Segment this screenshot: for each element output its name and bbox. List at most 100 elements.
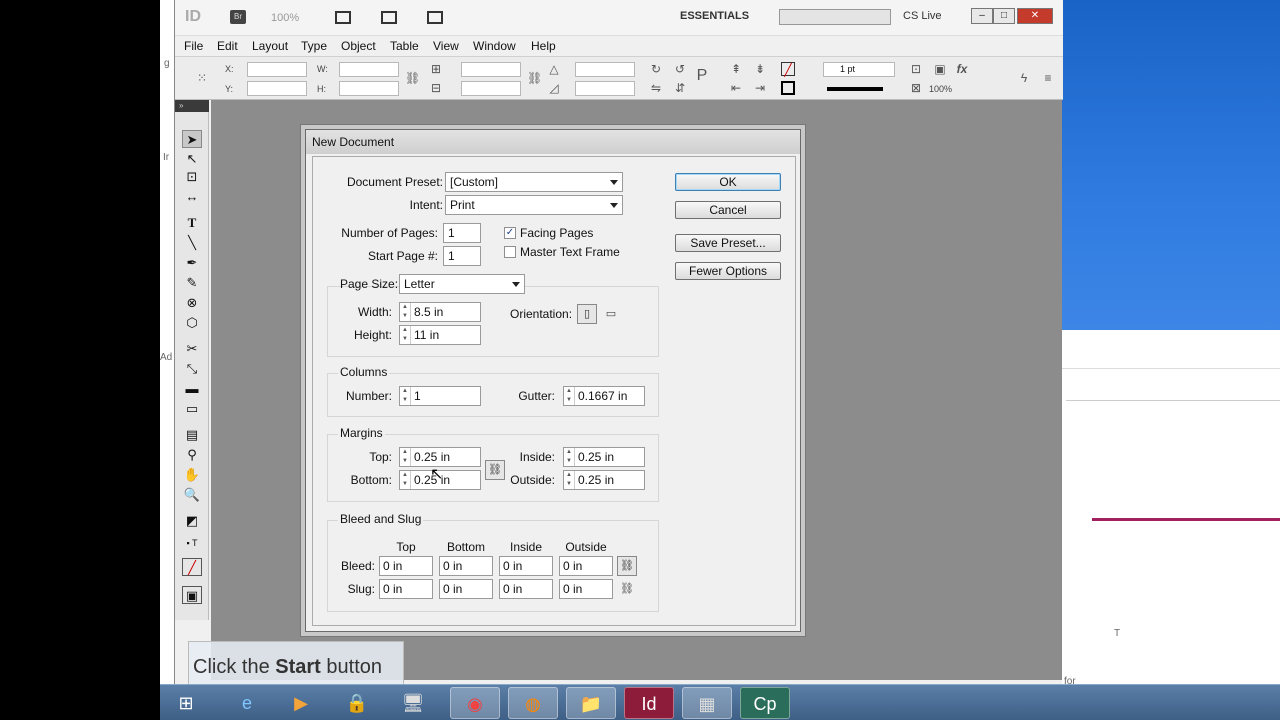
pencil-tool-icon[interactable]: ✎ xyxy=(182,274,202,292)
stroke-swatch-icon[interactable] xyxy=(781,81,795,95)
slug-outside-input[interactable]: 0 in xyxy=(559,579,613,599)
opacity-value[interactable]: 100% xyxy=(929,84,952,94)
calculator-taskbar-icon[interactable]: ▦ xyxy=(682,687,732,719)
panel-menu-icon[interactable]: ≡ xyxy=(1041,71,1055,85)
fx-icon[interactable]: fx xyxy=(955,62,969,76)
start-button-icon[interactable]: ⊞ xyxy=(164,687,208,719)
close-button[interactable]: ✕ xyxy=(1017,8,1053,24)
flip-h-icon[interactable]: ⇋ xyxy=(649,81,663,95)
apply-color-icon[interactable]: ▪ T xyxy=(182,534,202,552)
bleed-top-input[interactable]: 0 in xyxy=(379,556,433,576)
columns-number-input[interactable]: ▲ ▼ 1 xyxy=(399,386,481,406)
captivate-taskbar-icon[interactable]: Cp xyxy=(740,687,790,719)
media-player-icon[interactable]: ▶ xyxy=(276,687,326,719)
chrome-taskbar-icon[interactable]: ◉ xyxy=(450,687,500,719)
intent-select[interactable]: Print xyxy=(445,195,623,215)
facing-pages-checkbox[interactable]: ✓ xyxy=(504,227,516,239)
effects-icon[interactable]: ⊡ xyxy=(909,62,923,76)
menu-layout[interactable]: Layout xyxy=(252,39,288,53)
slug-top-input[interactable]: 0 in xyxy=(379,579,433,599)
select-content-icon[interactable]: ⇟ xyxy=(753,62,767,76)
y-position-field[interactable] xyxy=(247,81,307,96)
cs-live-button[interactable]: CS Live xyxy=(903,10,942,22)
gutter-input[interactable]: ▲ ▼ 0.1667 in xyxy=(563,386,645,406)
gradient-tool-icon[interactable]: ▬ xyxy=(182,380,202,398)
pen-tool-icon[interactable]: ✒ xyxy=(182,254,202,272)
select-next-icon[interactable]: ⇥ xyxy=(753,81,767,95)
inside-margin-input[interactable]: ▲ ▼ 0.25 in xyxy=(563,447,645,467)
polygon-tool-icon[interactable]: ⬡ xyxy=(182,314,202,332)
apply-none-icon[interactable]: ╱ xyxy=(182,558,202,576)
slug-inside-input[interactable]: 0 in xyxy=(499,579,553,599)
hand-tool-icon[interactable]: ✋ xyxy=(182,466,202,484)
scale-x-field[interactable] xyxy=(461,62,521,77)
maximize-button[interactable]: □ xyxy=(993,8,1015,24)
type-tool-icon[interactable]: T xyxy=(182,214,202,232)
indesign-taskbar-icon[interactable]: Id xyxy=(624,687,674,719)
select-previous-icon[interactable]: ⇤ xyxy=(729,81,743,95)
eyedropper-tool-icon[interactable]: ⚲ xyxy=(182,446,202,464)
gradient-feather-tool-icon[interactable]: ▭ xyxy=(182,400,202,418)
cancel-button[interactable]: Cancel xyxy=(675,201,781,219)
master-text-frame-checkbox[interactable] xyxy=(504,246,516,258)
dialog-title[interactable]: New Document xyxy=(306,130,800,154)
explorer-taskbar-icon[interactable]: 📁 xyxy=(566,687,616,719)
menu-object[interactable]: Object xyxy=(341,39,376,53)
quick-apply-icon[interactable]: ϟ xyxy=(1017,71,1031,85)
menu-file[interactable]: File xyxy=(184,39,203,53)
selection-tool-icon[interactable]: ➤ xyxy=(182,130,202,148)
fill-swatch-icon[interactable]: ╱ xyxy=(781,62,795,77)
link-slug-icon[interactable]: ⛓ xyxy=(618,580,636,598)
slug-bottom-input[interactable]: 0 in xyxy=(439,579,493,599)
bleed-inside-input[interactable]: 0 in xyxy=(499,556,553,576)
stroke-weight-field[interactable]: 1 pt xyxy=(823,62,895,77)
facing-pages-label[interactable]: Facing Pages xyxy=(520,226,593,240)
shear-field[interactable] xyxy=(575,81,635,96)
save-preset-button[interactable]: Save Preset... xyxy=(675,234,781,252)
constrain-scale-icon[interactable]: ⛓ xyxy=(527,71,542,85)
reference-point-icon[interactable]: ⁙ xyxy=(195,71,209,85)
scissors-tool-icon[interactable]: ✂ xyxy=(182,340,202,358)
lock-app-icon[interactable]: 🔒 xyxy=(332,687,382,719)
menu-window[interactable]: Window xyxy=(473,39,516,53)
outside-margin-input[interactable]: ▲ ▼ 0.25 in xyxy=(563,470,645,490)
direct-selection-tool-icon[interactable]: ↖ xyxy=(182,150,202,168)
rotate-cw-icon[interactable]: ↻ xyxy=(649,62,663,76)
rotation-field[interactable] xyxy=(575,62,635,77)
menu-table[interactable]: Table xyxy=(390,39,419,53)
help-search-input[interactable] xyxy=(779,9,891,25)
rotate-ccw-icon[interactable]: ↺ xyxy=(673,62,687,76)
drop-shadow-icon[interactable]: ▣ xyxy=(933,62,947,76)
network-app-icon[interactable]: 🖥 xyxy=(388,687,438,719)
link-margins-icon[interactable]: ⛓ xyxy=(485,460,505,480)
portrait-orientation-icon[interactable]: ▯ xyxy=(577,304,597,324)
page-size-select[interactable]: Letter xyxy=(399,274,525,294)
menu-edit[interactable]: Edit xyxy=(217,39,238,53)
zoom-tool-icon[interactable]: 🔍 xyxy=(182,486,202,504)
gap-tool-icon[interactable]: ↔ xyxy=(182,188,202,206)
scale-y-field[interactable] xyxy=(461,81,521,96)
free-transform-tool-icon[interactable]: ⤡ xyxy=(182,360,202,378)
number-of-pages-input[interactable]: 1 xyxy=(443,223,481,243)
height-input[interactable]: ▲ ▼ 11 in xyxy=(399,325,481,345)
document-preset-select[interactable]: [Custom] xyxy=(445,172,623,192)
screen-mode-tool-icon[interactable]: ▣ xyxy=(182,586,202,604)
menu-view[interactable]: View xyxy=(433,39,459,53)
screen-mode-icon[interactable] xyxy=(381,11,397,24)
workspace-switcher[interactable]: ESSENTIALS xyxy=(680,10,749,22)
width-input[interactable]: ▲ ▼ 8.5 in xyxy=(399,302,481,322)
line-tool-icon[interactable]: ╲ xyxy=(182,234,202,252)
height-field[interactable] xyxy=(339,81,399,96)
constrain-proportions-icon[interactable]: ⛓ xyxy=(405,71,420,85)
landscape-orientation-icon[interactable]: ▭ xyxy=(602,305,620,323)
firefox-taskbar-icon[interactable]: ◍ xyxy=(508,687,558,719)
internet-explorer-icon[interactable]: e xyxy=(222,687,272,719)
rectangle-frame-tool-icon[interactable]: ⊗ xyxy=(182,294,202,312)
page-tool-icon[interactable]: ⊡ xyxy=(182,168,202,186)
note-tool-icon[interactable]: ▤ xyxy=(182,426,202,444)
master-text-frame-label[interactable]: Master Text Frame xyxy=(520,245,620,259)
ok-button[interactable]: OK xyxy=(675,173,781,191)
minimize-button[interactable]: – xyxy=(971,8,993,24)
tools-panel-header[interactable]: » xyxy=(175,100,209,112)
bleed-bottom-input[interactable]: 0 in xyxy=(439,556,493,576)
